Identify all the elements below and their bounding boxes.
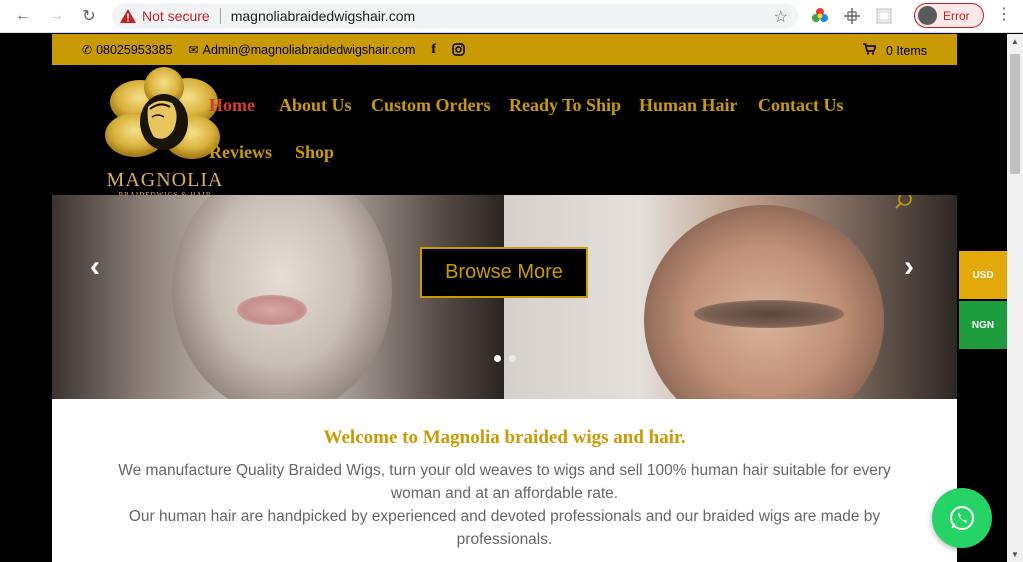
welcome-paragraph-2: Our human hair are handpicked by experie… [128,508,881,548]
site-logo[interactable]: MAGNOLIA BRAIDEDWIGS & HAIR [100,67,230,199]
search-icon[interactable] [895,195,913,209]
browse-more-button[interactable]: Browse More [420,247,588,298]
nav-item-custom-orders[interactable]: Custom Orders [371,95,491,116]
envelope-icon: ✉ [188,42,199,57]
page-scrollbar[interactable]: ▲ ▼ [1007,34,1023,562]
slider-next-arrow[interactable]: › [904,250,914,284]
top-info-bar: ✆ 08025953385 ✉ Admin@magnoliabraidedwig… [52,34,957,65]
welcome-section: Welcome to Magnolia braided wigs and hai… [52,399,957,562]
slider-dot-1[interactable] [494,355,501,362]
phone-number: 08025953385 [96,42,173,57]
scroll-up-icon[interactable]: ▲ [1011,37,1019,46]
omnibox-divider [219,8,221,24]
whatsapp-icon [950,505,974,531]
extension-icon[interactable] [875,7,893,25]
currency-usd-button[interactable]: USD [959,251,1007,299]
bookmark-star-icon[interactable]: ☆ [774,7,788,27]
back-icon[interactable]: ← [12,5,34,27]
web-page: ✆ 08025953385 ✉ Admin@magnoliabraidedwig… [0,34,1023,562]
warning-icon [120,9,136,23]
welcome-heading: Welcome to Magnolia braided wigs and hai… [323,427,686,448]
phone-link[interactable]: ✆ 08025953385 [82,43,173,57]
site-header: MAGNOLIA BRAIDEDWIGS & HAIR Home About U… [52,65,957,199]
scrollbar-thumb[interactable] [1010,54,1020,174]
nav-item-human-hair[interactable]: Human Hair [639,95,738,116]
color-picker-extension-icon[interactable] [811,7,829,25]
slider-pagination [494,355,516,362]
browser-toolbar: ← → ↻ Not secure magnoliabraidedwigshair… [0,0,1023,33]
browser-menu-icon[interactable]: ⋮ [996,7,1012,23]
crosshair-extension-icon[interactable] [843,7,861,25]
cart-count: 0 Items [886,43,927,58]
welcome-text: We manufacture Quality Braided Wigs, tur… [107,459,902,551]
email-address: Admin@magnoliabraidedwigshair.com [202,42,416,57]
avatar [918,6,937,25]
nav-item-reviews[interactable]: Reviews [209,142,272,163]
email-link[interactable]: ✉ Admin@magnoliabraidedwigshair.com [189,43,416,57]
cart-icon [863,43,877,58]
nav-item-ready-to-ship[interactable]: Ready To Ship [509,95,621,116]
instagram-icon[interactable] [452,43,465,56]
phone-icon: ✆ [82,42,93,57]
address-bar[interactable]: Not secure magnoliabraidedwigshair.com ☆ [112,3,798,29]
nav-item-home[interactable]: Home [209,95,255,116]
currency-ngn-button[interactable]: NGN [959,301,1007,349]
profile-error-label: Error [943,8,970,23]
facebook-icon[interactable]: f [431,42,436,58]
logo-name: MAGNOLIA [106,169,224,191]
site-container: ✆ 08025953385 ✉ Admin@magnoliabraidedwig… [52,34,957,562]
nav-item-about-us[interactable]: About Us [279,95,352,116]
reload-icon[interactable]: ↻ [78,5,100,27]
scroll-down-icon[interactable]: ▼ [1011,550,1019,559]
welcome-paragraph-1: We manufacture Quality Braided Wigs, tur… [118,462,891,502]
nav-item-shop[interactable]: Shop [295,142,334,163]
slider-prev-arrow[interactable]: ‹ [90,250,100,284]
profile-button[interactable]: Error [914,3,984,28]
security-label[interactable]: Not secure [142,8,210,24]
forward-icon[interactable]: → [45,5,67,27]
hero-slider: Browse More ‹ › [52,195,957,399]
whatsapp-chat-button[interactable] [932,488,992,548]
cart-link[interactable]: 0 Items [863,43,927,58]
nav-item-contact-us[interactable]: Contact Us [758,95,844,116]
slider-dot-2[interactable] [509,355,516,362]
url-text[interactable]: magnoliabraidedwigshair.com [231,8,415,24]
